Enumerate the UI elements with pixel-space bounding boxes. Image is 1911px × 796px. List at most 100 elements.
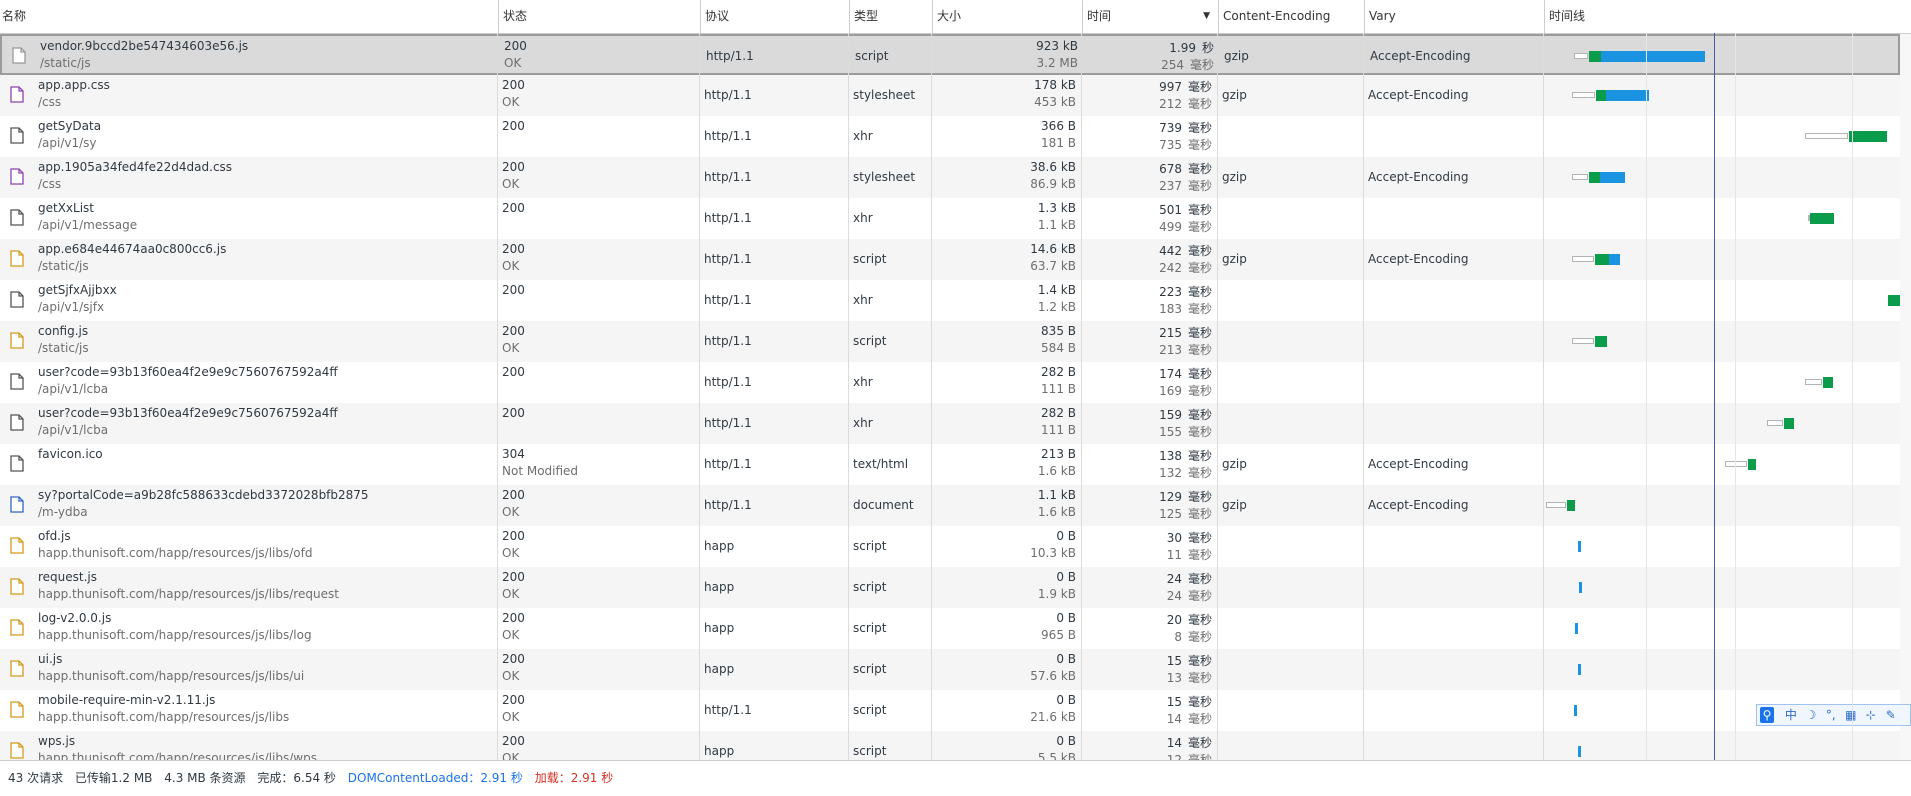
protocol-cell: http/1.1 [700, 485, 849, 526]
table-row[interactable]: ui.js happ.thunisoft.com/happ/resources/j… [0, 649, 1900, 690]
transfer-size: 282 B [1041, 365, 1076, 379]
table-row[interactable]: log-v2.0.0.js happ.thunisoft.com/happ/res… [0, 608, 1900, 649]
resource-name: log-v2.0.0.js [38, 611, 112, 625]
time-cell: 24 毫秒 24 毫秒 [1082, 567, 1218, 608]
latency-time: 242 毫秒 [1159, 259, 1212, 276]
status-code: 200 [502, 160, 525, 174]
doc-file-icon [10, 496, 24, 513]
vary-cell: Accept-Encoding [1366, 36, 1546, 77]
time-unit: 毫秒 [1187, 244, 1212, 258]
xhr-file-icon [10, 209, 24, 226]
waterfall-bar-waiting [1888, 295, 1900, 306]
column-header-encoding[interactable]: Content-Encoding [1218, 0, 1364, 33]
ime-toolbar[interactable]: ⚲ 中 ☽ °, ▦ ⊹ ✎ [1756, 704, 1911, 726]
vertical-scrollbar[interactable] [1900, 34, 1911, 760]
keyboard-icon[interactable]: ▦ [1841, 705, 1861, 725]
table-row[interactable]: vendor.9bccd2be547434603e56.js/static/js… [0, 34, 1900, 75]
time-value: 14 [1166, 736, 1182, 750]
name-cell[interactable]: user?code=93b13f60ea4f2e9e9c7560767592a4… [0, 362, 498, 403]
total-time: 30 毫秒 [1167, 529, 1212, 546]
tool-icon[interactable]: ✎ [1881, 705, 1901, 725]
vary-cell [1364, 403, 1544, 444]
waterfall-bar-download [1578, 664, 1581, 675]
column-header-waterfall[interactable]: 时间线 [1544, 0, 1900, 33]
table-row[interactable]: app.e684e44674aa0c800cc6.js/static/js 200… [0, 239, 1900, 280]
name-cell[interactable]: log-v2.0.0.js happ.thunisoft.com/happ/res… [0, 608, 498, 649]
column-header-status[interactable]: 状态 [498, 0, 700, 33]
name-cell[interactable]: getSyData/api/v1/sy [0, 116, 498, 157]
table-row[interactable]: user?code=93b13f60ea4f2e9e9c7560767592a4… [0, 403, 1900, 444]
name-cell[interactable]: app.1905a34fed4fe22d4dad.css/css [0, 157, 498, 198]
table-row[interactable]: app.app.css/css 200 OK http/1.1 stylesheet 17… [0, 75, 1900, 116]
table-row[interactable]: favicon.ico 304 Not Modified http/1.1 text/h… [0, 444, 1900, 485]
name-cell[interactable]: getXxList/api/v1/message [0, 198, 498, 239]
table-row[interactable]: getSyData/api/v1/sy 200 http/1.1 xhr 366 B 18… [0, 116, 1900, 157]
latency-value: 169 [1159, 384, 1182, 398]
table-row[interactable]: app.1905a34fed4fe22d4dad.css/css 200 OK htt… [0, 157, 1900, 198]
waterfall-bar-download [1574, 705, 1577, 716]
table-row[interactable]: getXxList/api/v1/message 200 http/1.1 xhr 1.… [0, 198, 1900, 239]
column-divider [1363, 33, 1364, 760]
latency-unit: 毫秒 [1187, 179, 1212, 193]
latency-time: 132 毫秒 [1159, 464, 1212, 481]
time-unit: 毫秒 [1187, 326, 1212, 340]
column-header-size[interactable]: 大小 [932, 0, 1082, 33]
status-cell: 200 [498, 362, 700, 403]
latency-value: 212 [1159, 97, 1182, 111]
name-cell[interactable]: vendor.9bccd2be547434603e56.js/static/js [2, 36, 500, 77]
name-cell[interactable]: getSjfxAjjbxx/api/v1/sjfx [0, 280, 498, 321]
resource-name: app.1905a34fed4fe22d4dad.css [38, 160, 233, 174]
name-cell[interactable]: wps.js happ.thunisoft.com/happ/resources/… [0, 731, 498, 760]
column-header-type[interactable]: 类型 [849, 0, 932, 33]
time-cell: 1.99 秒 254 毫秒 [1084, 36, 1220, 77]
waterfall-bar-download [1578, 541, 1581, 552]
time-cell: 159 毫秒 155 毫秒 [1082, 403, 1218, 444]
type-value: script [853, 334, 887, 348]
table-row[interactable]: getSjfxAjjbxx/api/v1/sjfx 200 http/1.1 xhr 1… [0, 280, 1900, 321]
settings-icon[interactable]: ⊹ [1861, 705, 1881, 725]
table-row[interactable]: user?code=93b13f60ea4f2e9e9c7560767592a4… [0, 362, 1900, 403]
waterfall-bar-waiting [1784, 418, 1794, 429]
name-cell[interactable]: sy?portalCode=a9b28fc588633cdebd3372028b… [0, 485, 498, 526]
name-cell[interactable]: mobile-require-min-v2.1.11.js happ.thunis… [0, 690, 498, 731]
search-icon[interactable]: ⚲ [1760, 707, 1774, 723]
column-header-name[interactable]: 名称 [0, 0, 498, 33]
name-cell[interactable]: app.e684e44674aa0c800cc6.js/static/js [0, 239, 498, 280]
chinese-mode-icon[interactable]: 中 [1781, 705, 1801, 725]
resource-name: getSjfxAjjbxx [38, 283, 117, 297]
name-cell[interactable]: ui.js happ.thunisoft.com/happ/resources/j… [0, 649, 498, 690]
resource-path: /css [38, 95, 62, 109]
name-cell[interactable]: app.app.css/css [0, 75, 498, 116]
table-row[interactable]: sy?portalCode=a9b28fc588633cdebd3372028b… [0, 485, 1900, 526]
table-row[interactable]: config.js/static/js 200 OK http/1.1 script 83… [0, 321, 1900, 362]
resource-path: happ.thunisoft.com/happ/resources/js/lib… [38, 587, 339, 601]
waterfall-bar-download [1575, 623, 1578, 634]
total-time: 129 毫秒 [1159, 488, 1212, 505]
moon-icon[interactable]: ☽ [1801, 705, 1821, 725]
latency-unit: 毫秒 [1187, 753, 1212, 760]
latency-value: 11 [1166, 548, 1182, 562]
column-header-time[interactable]: 时间 ▼ [1082, 0, 1218, 33]
latency-unit: 毫秒 [1187, 630, 1212, 644]
column-header-protocol[interactable]: 协议 [700, 0, 849, 33]
punctuation-icon[interactable]: °, [1821, 705, 1841, 725]
vary-cell [1364, 731, 1544, 760]
encoding-value: gzip [1222, 170, 1247, 184]
table-row[interactable]: wps.js happ.thunisoft.com/happ/resources/… [0, 731, 1900, 760]
latency-time: 254 毫秒 [1161, 56, 1214, 73]
name-cell[interactable]: user?code=93b13f60ea4f2e9e9c7560767592a4… [0, 403, 498, 444]
name-cell[interactable]: ofd.js happ.thunisoft.com/happ/resources/… [0, 526, 498, 567]
name-cell[interactable]: favicon.ico [0, 444, 498, 485]
table-row[interactable]: request.js happ.thunisoft.com/happ/resour… [0, 567, 1900, 608]
vary-value: Accept-Encoding [1368, 498, 1469, 512]
column-header-vary[interactable]: Vary [1364, 0, 1544, 33]
time-unit: 毫秒 [1187, 654, 1212, 668]
table-row[interactable]: ofd.js happ.thunisoft.com/happ/resources/… [0, 526, 1900, 567]
vary-value: Accept-Encoding [1368, 170, 1469, 184]
name-cell[interactable]: request.js happ.thunisoft.com/happ/resour… [0, 567, 498, 608]
table-row[interactable]: mobile-require-min-v2.1.11.js happ.thunis… [0, 690, 1900, 731]
protocol-value: happ [704, 744, 735, 758]
encoding-value: gzip [1222, 252, 1247, 266]
total-time: 997 毫秒 [1159, 78, 1212, 95]
name-cell[interactable]: config.js/static/js [0, 321, 498, 362]
